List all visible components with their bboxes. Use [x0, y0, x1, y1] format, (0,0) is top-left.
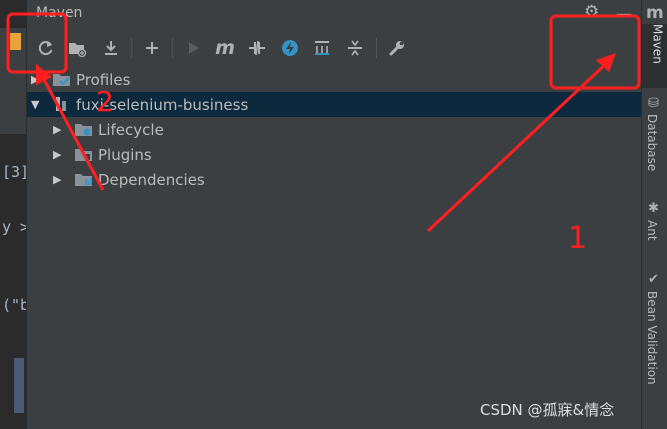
sidebar-tab-label: Bean Validation: [645, 291, 659, 385]
tree-item-plugins[interactable]: ▶ Plugins: [27, 142, 641, 167]
reload-button[interactable]: [34, 36, 58, 60]
maven-logo-icon: m: [646, 3, 664, 23]
toolbar-separator: [172, 38, 173, 58]
profiles-folder-icon: [53, 74, 70, 86]
code-line: y >: [2, 218, 26, 236]
sidebar-tab-label: Maven: [650, 24, 665, 64]
add-folder-icon: [69, 43, 87, 57]
skip-tests-icon: [282, 40, 298, 56]
download-sources-button[interactable]: [99, 36, 123, 60]
tree-item-label: fuxi-selenium-business: [76, 95, 249, 114]
right-tool-sidebar: m Maven ⛁ Database ✱ Ant ✔ Bean Validati…: [641, 0, 667, 429]
editor-scroll-marker: [14, 358, 24, 413]
tree-item-project[interactable]: ▼ fuxi-selenium-business: [27, 92, 641, 117]
dependencies-folder-icon: [75, 174, 92, 186]
toggle-offline-icon: [249, 40, 265, 56]
minimize-icon[interactable]: —: [616, 4, 632, 23]
editor-tab-marker[interactable]: [10, 33, 21, 50]
tree-item-label: Dependencies: [98, 170, 205, 189]
bean-validation-icon: ✔: [648, 272, 659, 287]
toggle-offline-button[interactable]: [245, 36, 269, 60]
maven-settings-button[interactable]: [385, 36, 409, 60]
add-maven-project-button[interactable]: [65, 36, 89, 60]
sidebar-tab-ant[interactable]: Ant: [645, 220, 659, 241]
code-line: ("b: [2, 296, 26, 314]
reload-icon: [38, 41, 53, 56]
code-line: [3]: [2, 163, 26, 181]
gear-icon[interactable]: ⚙: [584, 2, 599, 22]
plugins-folder-icon: [75, 149, 92, 161]
maven-toolbar: m: [27, 30, 641, 66]
tool-window-title: Maven: [36, 5, 83, 21]
collapse-all-icon: [348, 40, 362, 56]
maven-goal-icon: m: [215, 37, 235, 59]
sidebar-tab-database[interactable]: Database: [645, 114, 659, 171]
maven-module-icon: [56, 97, 66, 111]
run-button[interactable]: [181, 36, 205, 60]
skip-tests-button[interactable]: [278, 36, 302, 60]
show-dependencies-button[interactable]: [310, 36, 334, 60]
tree-item-lifecycle[interactable]: ▶ Lifecycle: [27, 117, 641, 142]
plus-icon: [146, 42, 158, 54]
tree-item-dependencies[interactable]: ▶ Dependencies: [27, 167, 641, 192]
editor-strip: [3] y > ("b: [0, 0, 26, 429]
toolbar-separator: [131, 38, 132, 58]
collapse-arrow-icon[interactable]: ▼: [31, 98, 39, 111]
tool-window-header: Maven ⚙ —: [27, 0, 641, 28]
expand-arrow-icon[interactable]: ▶: [53, 173, 61, 186]
sidebar-tab-label: Database: [645, 114, 659, 172]
add-button[interactable]: [140, 36, 164, 60]
show-dependencies-icon: [315, 41, 329, 55]
expand-arrow-icon[interactable]: ▶: [53, 148, 61, 161]
tree-item-label: Lifecycle: [98, 120, 164, 139]
sidebar-tab-bean-validation[interactable]: Bean Validation: [645, 291, 659, 385]
sidebar-tab-label: Ant: [645, 220, 659, 241]
lifecycle-folder-icon: [75, 124, 92, 136]
tree-item-label: Plugins: [98, 145, 152, 164]
ant-icon: ✱: [648, 201, 659, 216]
download-icon: [105, 41, 117, 55]
tree-item-profiles[interactable]: ▶ Profiles: [27, 67, 641, 92]
settings-wrench-icon: [389, 41, 404, 56]
expand-arrow-icon[interactable]: ▶: [53, 123, 61, 136]
collapse-all-button[interactable]: [343, 36, 367, 60]
execute-maven-goal-button[interactable]: m: [213, 36, 237, 60]
database-icon: ⛁: [648, 96, 659, 111]
maven-project-tree: ▶ Profiles ▼ fuxi-selenium-business ▶ Li…: [27, 67, 641, 429]
run-icon: [189, 42, 199, 54]
tree-item-label: Profiles: [76, 70, 131, 89]
sidebar-tab-maven[interactable]: Maven: [642, 24, 667, 88]
watermark: CSDN @孤寐&情念: [480, 401, 615, 419]
expand-arrow-icon[interactable]: ▶: [31, 73, 39, 86]
toolbar-separator: [376, 38, 377, 58]
